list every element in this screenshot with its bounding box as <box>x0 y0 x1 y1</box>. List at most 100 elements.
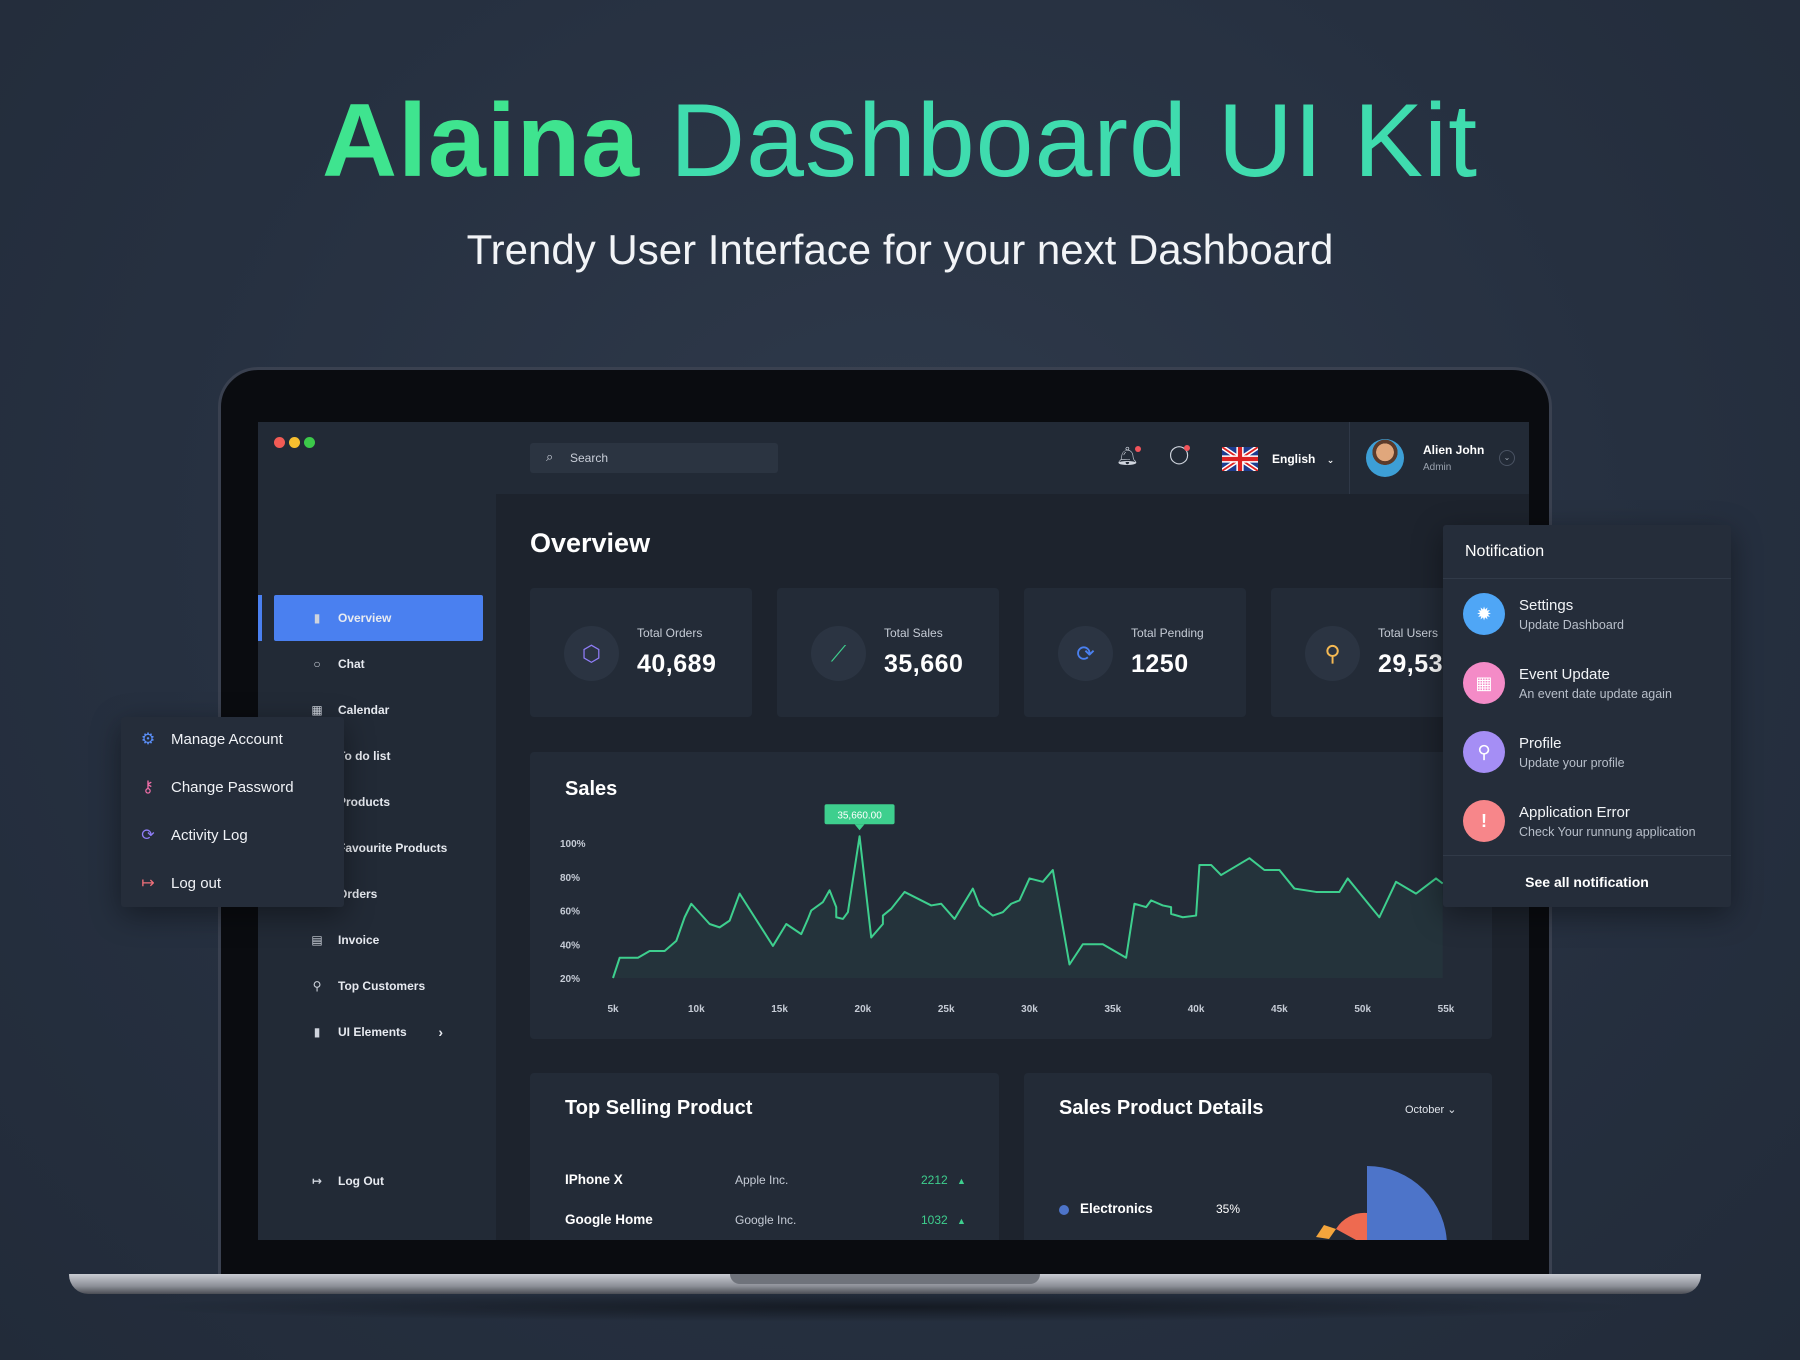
chat-icon[interactable]: ◯ <box>1169 444 1191 465</box>
calendar-icon: ▦ <box>311 703 323 717</box>
top-selling-card: Top Selling Product IPhone X Apple Inc. 22… <box>530 1073 999 1240</box>
stat-card: ⟋ Total Sales 35,660 <box>777 588 999 717</box>
sales-product-details-card: Sales Product Details October ⌄ Electron… <box>1024 1073 1492 1240</box>
chat-icon: ○ <box>313 657 321 671</box>
user-icon: ⚲ <box>1463 731 1505 773</box>
stat-value: 1250 <box>1131 650 1189 678</box>
y-tick-label: 80% <box>560 873 580 884</box>
sidebar-item-label: Products <box>338 795 391 809</box>
sidebar-item-label: Calendar <box>338 703 390 717</box>
notification-item-subtitle: Check Your runnung application <box>1519 824 1696 839</box>
account-menu-item[interactable]: ⚷ Change Password <box>139 777 294 797</box>
stat-label: Total Sales <box>884 626 943 640</box>
sidebar-logout[interactable]: ↦ Log Out <box>274 1158 483 1204</box>
notification-dot <box>1134 446 1141 452</box>
account-menu-item[interactable]: ⚙ Manage Account <box>139 729 283 749</box>
refresh-icon: ⟳ <box>141 827 155 844</box>
invoice-icon: ▤ <box>311 933 323 947</box>
sidebar-item-overview[interactable]: ▮ Overview <box>274 595 483 641</box>
bar-chart-icon: ▮ <box>313 1025 321 1039</box>
pie-slice-electronics <box>1367 1166 1447 1240</box>
product-sales: 2212 ▲ <box>921 1173 966 1187</box>
laptop-shadow <box>120 1292 1650 1322</box>
sidebar-item-label: Invoice <box>338 933 380 947</box>
stat-card: ⬡ Total Orders 40,689 <box>530 588 752 717</box>
y-tick-label: 60% <box>560 907 580 918</box>
pie-slice <box>1316 1225 1336 1239</box>
laptop-notch <box>730 1274 1040 1284</box>
user-name: Alien John <box>1423 443 1485 457</box>
account-menu-item[interactable]: ⟳ Activity Log <box>139 825 248 845</box>
see-all-notifications-link[interactable]: See all notification <box>1443 874 1731 890</box>
bell-icon[interactable]: 🔔︎ <box>1116 446 1141 467</box>
search-input[interactable]: ⌕ Search <box>530 443 778 473</box>
sidebar-logout-label: Log Out <box>338 1174 384 1188</box>
sidebar-item-invoice[interactable]: ▤ Invoice <box>274 917 483 963</box>
logout-icon: ↦ <box>141 875 155 892</box>
x-tick-label: 25k <box>938 1004 955 1015</box>
chart-tooltip-label: 35,660.00 <box>837 810 882 821</box>
window-close-button[interactable] <box>274 437 285 448</box>
sidebar-item-label: Favourite Products <box>338 841 448 855</box>
sidebar-item-chat[interactable]: ○ Chat <box>274 641 483 687</box>
x-tick-label: 10k <box>688 1004 705 1015</box>
search-placeholder: Search <box>570 451 609 465</box>
divider <box>1443 578 1731 579</box>
stat-value: 35,660 <box>884 650 964 678</box>
trend-up-icon: ▲ <box>957 1176 966 1186</box>
x-tick-label: 20k <box>855 1004 872 1015</box>
sidebar-item-label: Overview <box>338 611 392 625</box>
product-name: IPhone X <box>565 1172 623 1187</box>
dashboard-screen: ▮Overview○Chat▦Calendar☰To do list⬡Produ… <box>258 422 1529 1240</box>
divider <box>1443 855 1731 856</box>
user-menu-chevron-icon[interactable]: ⌄ <box>1499 450 1515 466</box>
notification-item-subtitle: Update your profile <box>1519 755 1625 770</box>
notification-item-subtitle: Update Dashboard <box>1519 617 1624 632</box>
chart-tooltip-pointer <box>854 824 865 831</box>
message-dot <box>1184 445 1191 451</box>
notification-item[interactable]: ⚲ Profile Update your profile <box>1463 731 1625 773</box>
logout-icon: ↦ <box>311 1174 323 1188</box>
sales-area <box>613 836 1443 978</box>
sidebar-item-label: To do list <box>338 749 391 763</box>
account-menu-label: Activity Log <box>171 826 248 844</box>
stat-label: Total Orders <box>637 626 703 640</box>
product-company: Apple Inc. <box>735 1173 789 1187</box>
notification-item[interactable]: ▦ Event Update An event date update again <box>1463 662 1672 704</box>
top-bar: ⌕ Search 🔔︎ ◯ English ⌄ Alien John Admin … <box>496 422 1529 494</box>
pie-slice <box>1336 1212 1367 1240</box>
bar-chart-icon: ▮ <box>313 611 321 625</box>
account-menu-item[interactable]: ↦ Log out <box>139 873 221 893</box>
notification-item-title: Application Error <box>1519 803 1630 821</box>
search-icon: ⌕ <box>546 449 554 464</box>
key-icon: ⚷ <box>142 779 154 796</box>
uk-flag-icon[interactable] <box>1222 447 1258 471</box>
trend-up-icon: ▲ <box>957 1216 966 1226</box>
chevron-down-icon: ⌄ <box>1326 455 1335 465</box>
sidebar-item-label: UI Elements <box>338 1025 407 1039</box>
x-tick-label: 30k <box>1021 1004 1038 1015</box>
notification-item-title: Profile <box>1519 734 1562 752</box>
sidebar-item-label: Chat <box>338 657 365 671</box>
notification-item[interactable]: ✹ Settings Update Dashboard <box>1463 593 1624 635</box>
sidebar-item-label: Top Customers <box>338 979 426 993</box>
sales-card: Sales 100% 80% 60% 40% 20% 5k 10k 15k 20k 25k 30k 3… <box>530 752 1492 1039</box>
window-maximize-button[interactable] <box>304 437 315 448</box>
account-menu-label: Log out <box>171 874 222 892</box>
sidebar-item-ui-elements[interactable]: ▮ UI Elements › <box>274 1009 483 1055</box>
user-icon: ⚲ <box>312 979 322 993</box>
window-minimize-button[interactable] <box>289 437 300 448</box>
stat-value: 40,689 <box>637 650 717 678</box>
notification-panel: Notification ✹ Settings Update Dashboard ▦ E… <box>1443 525 1731 907</box>
y-tick-label: 20% <box>560 974 580 985</box>
stat-value: 29,53 <box>1378 650 1444 678</box>
account-menu-label: Change Password <box>171 778 294 796</box>
user-gear-icon: ⚙ <box>140 731 156 748</box>
x-tick-label: 55k <box>1438 1004 1455 1015</box>
y-tick-label: 40% <box>560 940 580 951</box>
hero-title-bold: Alaina <box>322 83 641 199</box>
notification-item[interactable]: ! Application Error Check Your runnung app… <box>1463 800 1696 842</box>
sidebar-item-top-customers[interactable]: ⚲ Top Customers <box>274 963 483 1009</box>
avatar[interactable] <box>1366 439 1404 477</box>
language-select[interactable]: English ⌄ <box>1272 452 1334 466</box>
